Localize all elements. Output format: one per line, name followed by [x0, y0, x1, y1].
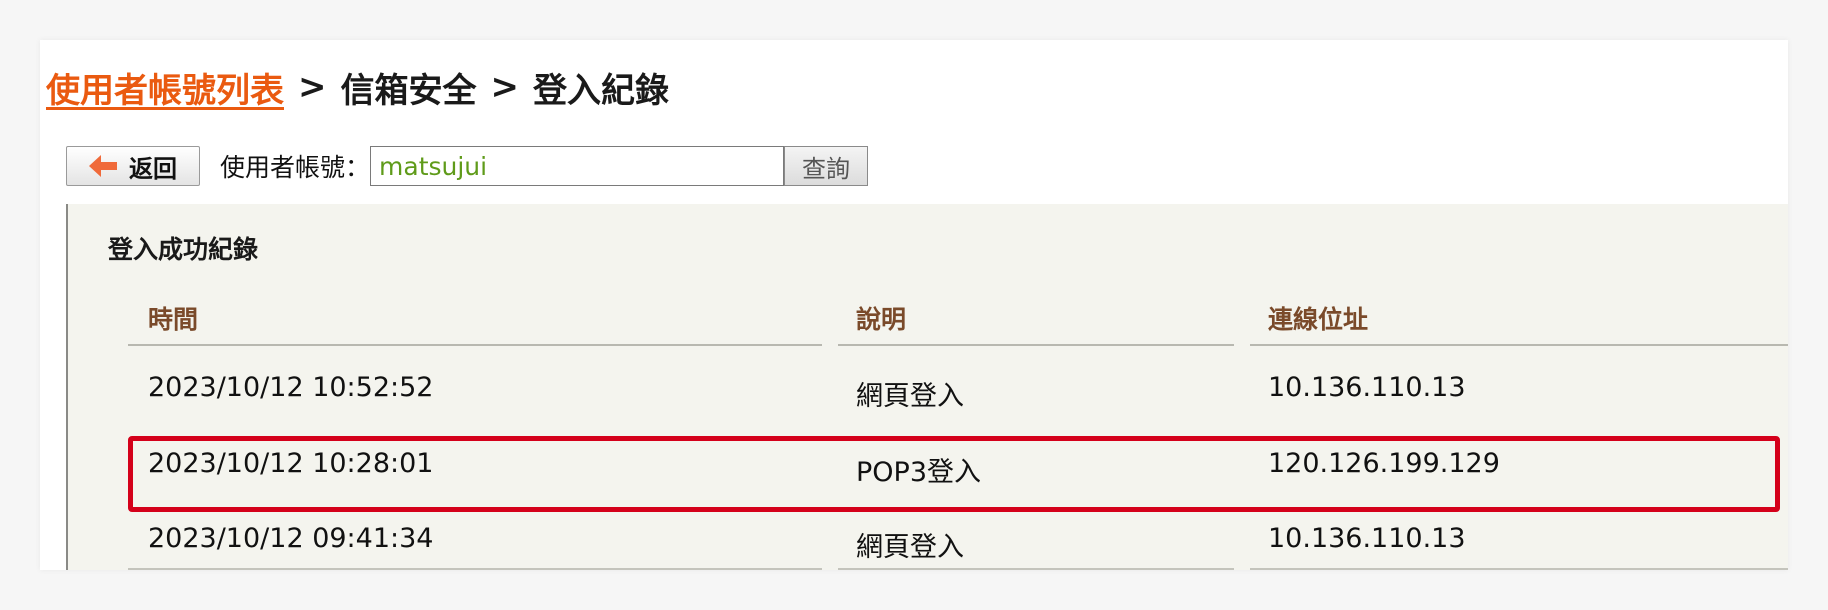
- arrow-left-icon: [89, 155, 119, 177]
- cell-time: 2023/10/12 10:52:52: [148, 372, 434, 403]
- column-header-description: 說明: [856, 305, 907, 334]
- breadcrumb: 使用者帳號列表 > 信箱安全 > 登入紀錄: [46, 62, 669, 112]
- header-divider: [838, 344, 1234, 346]
- login-records-panel: 使用者帳號列表 > 信箱安全 > 登入紀錄 返回 使用者帳號： 查詢 登入成功紀…: [40, 40, 1788, 570]
- column-header-time: 時間: [148, 305, 199, 334]
- header-divider: [1250, 344, 1788, 346]
- section-title: 登入成功紀錄: [108, 235, 259, 264]
- query-button[interactable]: 查詢: [784, 146, 869, 186]
- row-divider: [128, 568, 822, 570]
- login-success-section: 登入成功紀錄 時間 說明 連線位址 2023/10/12 10:52:52 網頁…: [66, 204, 1788, 570]
- cell-address: 10.136.110.13: [1268, 523, 1466, 554]
- row-divider: [838, 568, 1234, 570]
- cell-address: 10.136.110.13: [1268, 372, 1466, 403]
- highlight-annotation-box: [128, 436, 1780, 512]
- breadcrumb-mailbox-security: 信箱安全: [340, 70, 477, 111]
- breadcrumb-user-list-link[interactable]: 使用者帳號列表: [46, 63, 284, 112]
- cell-time: 2023/10/12 09:41:34: [148, 523, 434, 554]
- breadcrumb-separator: >: [298, 67, 327, 107]
- account-label: 使用者帳號：: [220, 153, 371, 182]
- breadcrumb-current: 登入紀錄: [533, 70, 669, 111]
- row-divider: [1250, 568, 1788, 570]
- account-input[interactable]: [370, 146, 785, 186]
- back-button[interactable]: 返回: [66, 146, 200, 186]
- header-divider: [128, 344, 822, 346]
- column-header-address: 連線位址: [1268, 305, 1369, 334]
- toolbar: 返回 使用者帳號： 查詢: [66, 144, 869, 188]
- cell-description: 網頁登入: [856, 381, 964, 412]
- back-button-label: 返回: [129, 154, 177, 183]
- cell-description: 網頁登入: [856, 532, 964, 563]
- breadcrumb-separator: >: [490, 67, 520, 107]
